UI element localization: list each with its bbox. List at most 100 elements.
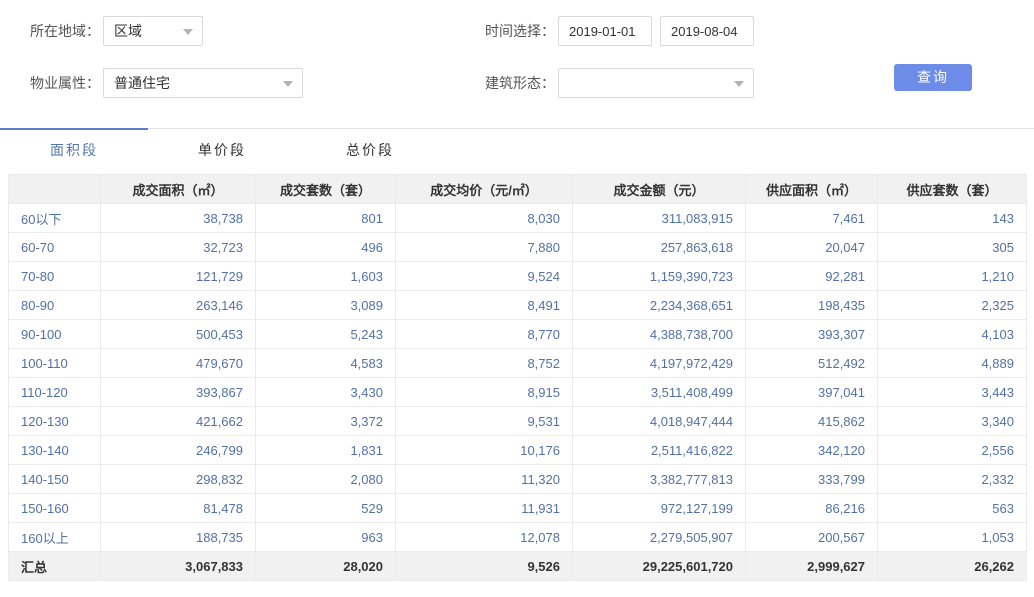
table-row: 80-90263,1463,0898,4912,234,368,651198,4… — [9, 291, 1027, 320]
table-cell: 92,281 — [746, 262, 878, 291]
row-label: 90-100 — [9, 320, 101, 349]
filter-panel: 所在地域： 区域 时间选择： 物业属性： 普通住宅 建筑形态： — [0, 0, 1034, 98]
property-filter-group: 物业属性： 普通住宅 — [30, 68, 485, 98]
table-cell: 563 — [878, 494, 1027, 523]
table-cell: 333,799 — [746, 465, 878, 494]
table-cell: 397,041 — [746, 378, 878, 407]
table-cell: 3,382,777,813 — [573, 465, 746, 494]
table-row: 160以上188,73596312,0782,279,505,907200,56… — [9, 523, 1027, 552]
table-cell: 10,176 — [396, 436, 573, 465]
time-filter-group: 时间选择： — [485, 16, 754, 46]
filter-row-2: 物业属性： 普通住宅 建筑形态： 查询 — [30, 68, 1004, 98]
table-cell: 3,089 — [256, 291, 396, 320]
data-table: 成交面积（㎡）成交套数（套）成交均价（元/㎡）成交金额（元）供应面积（㎡）供应套… — [8, 174, 1027, 581]
table-cell: 415,862 — [746, 407, 878, 436]
table-row: 60-7032,7234967,880257,863,61820,047305 — [9, 233, 1027, 262]
table-cell: 4,018,947,444 — [573, 407, 746, 436]
table-row: 140-150298,8322,08011,3203,382,777,81333… — [9, 465, 1027, 494]
table-cell: 963 — [256, 523, 396, 552]
table-cell: 257,863,618 — [573, 233, 746, 262]
table-cell: 500,453 — [101, 320, 256, 349]
table-cell: 4,583 — [256, 349, 396, 378]
table-cell: 512,492 — [746, 349, 878, 378]
building-select[interactable] — [558, 68, 754, 98]
table-cell: 2,234,368,651 — [573, 291, 746, 320]
tab-total-price-segment[interactable]: 总价段 — [296, 140, 444, 160]
table-cell: 8,030 — [396, 204, 573, 233]
table-cell: 188,735 — [101, 523, 256, 552]
property-label: 物业属性： — [30, 73, 100, 93]
tab-label: 总价段 — [346, 142, 394, 158]
region-select-value: 区域 — [114, 21, 142, 41]
summary-cell: 3,067,833 — [101, 552, 256, 581]
end-date-input[interactable] — [660, 16, 754, 46]
table-row: 150-16081,47852911,931972,127,19986,2165… — [9, 494, 1027, 523]
tab-area-segment[interactable]: 面积段 — [0, 140, 148, 160]
row-label: 80-90 — [9, 291, 101, 320]
row-label: 130-140 — [9, 436, 101, 465]
table-cell: 11,320 — [396, 465, 573, 494]
row-label: 160以上 — [9, 523, 101, 552]
table-row: 90-100500,4535,2438,7704,388,738,700393,… — [9, 320, 1027, 349]
region-filter-group: 所在地域： 区域 — [30, 16, 485, 46]
table-cell: 1,159,390,723 — [573, 262, 746, 291]
table-body: 60以下38,7388018,030311,083,9157,46114360-… — [9, 204, 1027, 552]
table-cell: 3,372 — [256, 407, 396, 436]
table-cell: 143 — [878, 204, 1027, 233]
table-cell: 20,047 — [746, 233, 878, 262]
property-select[interactable]: 普通住宅 — [103, 68, 303, 98]
column-header: 成交套数（套） — [256, 175, 396, 204]
table-cell: 2,332 — [878, 465, 1027, 494]
table-row: 130-140246,7991,83110,1762,511,416,82234… — [9, 436, 1027, 465]
table-cell: 1,603 — [256, 262, 396, 291]
table-cell: 7,461 — [746, 204, 878, 233]
table-cell: 305 — [878, 233, 1027, 262]
summary-cell: 26,262 — [878, 552, 1027, 581]
tabs: 面积段 单价段 总价段 — [0, 128, 1034, 160]
table-cell: 972,127,199 — [573, 494, 746, 523]
table-cell: 3,443 — [878, 378, 1027, 407]
table-cell: 246,799 — [101, 436, 256, 465]
summary-cell: 29,225,601,720 — [573, 552, 746, 581]
column-header: 成交金额（元） — [573, 175, 746, 204]
table-cell: 3,430 — [256, 378, 396, 407]
row-label: 60-70 — [9, 233, 101, 262]
row-label: 120-130 — [9, 407, 101, 436]
row-label: 100-110 — [9, 349, 101, 378]
query-button[interactable]: 查询 — [894, 64, 972, 91]
column-header: 成交均价（元/㎡） — [396, 175, 573, 204]
table-cell: 479,670 — [101, 349, 256, 378]
table-cell: 7,880 — [396, 233, 573, 262]
tab-label: 单价段 — [198, 142, 246, 158]
start-date-input[interactable] — [558, 16, 652, 46]
table-cell: 200,567 — [746, 523, 878, 552]
table-cell: 421,662 — [101, 407, 256, 436]
column-header: 成交面积（㎡） — [101, 175, 256, 204]
table-row: 70-80121,7291,6039,5241,159,390,72392,28… — [9, 262, 1027, 291]
table-cell: 2,556 — [878, 436, 1027, 465]
table-cell: 801 — [256, 204, 396, 233]
table-cell: 342,120 — [746, 436, 878, 465]
tab-unit-price-segment[interactable]: 单价段 — [148, 140, 296, 160]
table-cell: 5,243 — [256, 320, 396, 349]
table-cell: 8,491 — [396, 291, 573, 320]
table-cell: 2,080 — [256, 465, 396, 494]
building-filter-group: 建筑形态： — [485, 68, 754, 98]
building-label: 建筑形态： — [485, 73, 555, 93]
table-cell: 1,053 — [878, 523, 1027, 552]
region-select[interactable]: 区域 — [103, 16, 203, 46]
table-row: 100-110479,6704,5838,7524,197,972,429512… — [9, 349, 1027, 378]
table-cell: 38,738 — [101, 204, 256, 233]
table-cell: 263,146 — [101, 291, 256, 320]
filter-row-1: 所在地域： 区域 时间选择： — [30, 16, 1004, 46]
table-cell: 4,103 — [878, 320, 1027, 349]
time-label: 时间选择： — [485, 21, 555, 41]
chevron-down-icon — [183, 29, 193, 35]
table-row: 120-130421,6623,3729,5314,018,947,444415… — [9, 407, 1027, 436]
table-cell: 4,197,972,429 — [573, 349, 746, 378]
table-cell: 9,524 — [396, 262, 573, 291]
row-label: 150-160 — [9, 494, 101, 523]
summary-cell: 28,020 — [256, 552, 396, 581]
table-cell: 8,752 — [396, 349, 573, 378]
row-label: 110-120 — [9, 378, 101, 407]
